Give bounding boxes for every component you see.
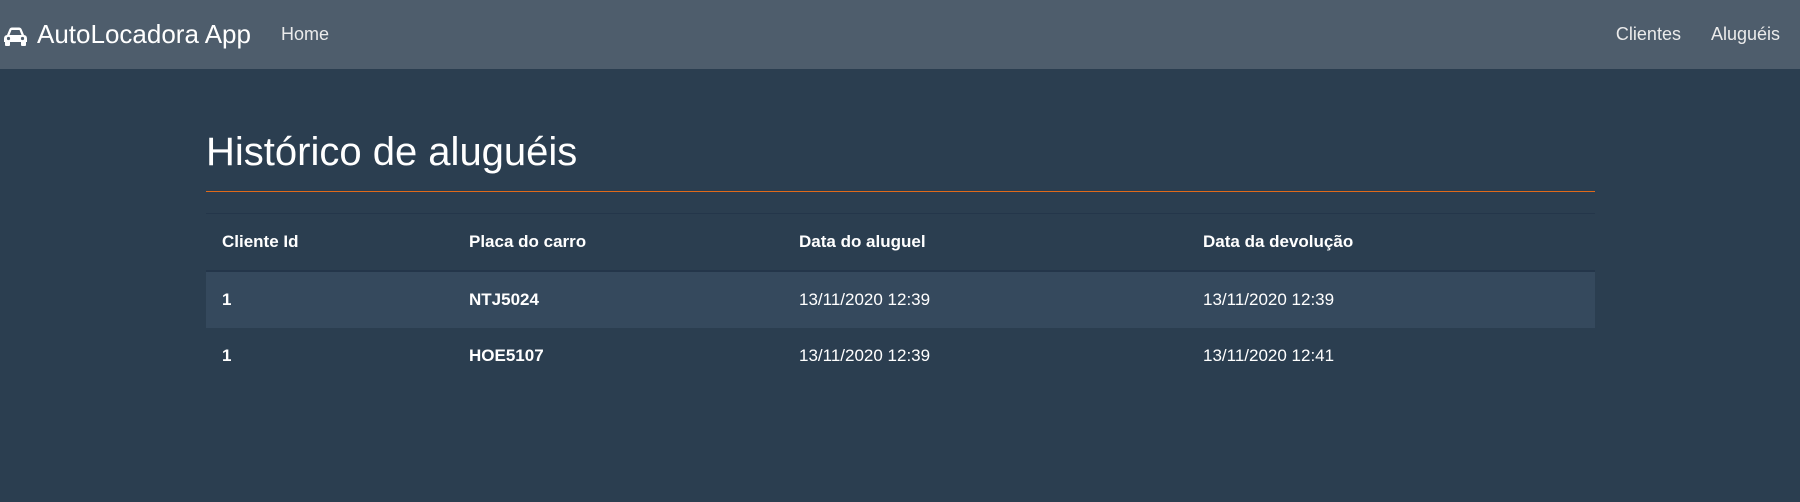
header-cliente-id: Cliente Id bbox=[206, 213, 453, 272]
nav-right: Clientes Aluguéis bbox=[1616, 24, 1800, 45]
cell-cliente-id: 1 bbox=[222, 289, 232, 309]
cell-data-aluguel: 13/11/2020 12:39 bbox=[799, 289, 931, 309]
table-row: 1 NTJ5024 13/11/2020 12:39 13/11/2020 12… bbox=[206, 270, 1595, 328]
brand-label: AutoLocadora App bbox=[37, 19, 251, 49]
main-content: Histórico de aluguéis Cliente Id Placa d… bbox=[206, 69, 1595, 385]
nav-home-link[interactable]: Home bbox=[281, 24, 329, 45]
car-icon bbox=[2, 24, 29, 46]
cell-data-devolucao: 13/11/2020 12:41 bbox=[1203, 346, 1335, 365]
cell-placa: NTJ5024 bbox=[469, 289, 539, 309]
table-row: 1 HOE5107 13/11/2020 12:39 13/11/2020 12… bbox=[206, 328, 1595, 385]
header-data-devolucao: Data da devolução bbox=[1187, 213, 1595, 272]
table-header-row: Cliente Id Placa do carro Data do alugue… bbox=[206, 213, 1595, 272]
cell-data-aluguel: 13/11/2020 12:39 bbox=[799, 346, 931, 365]
header-placa: Placa do carro bbox=[453, 213, 783, 272]
nav-clientes-link[interactable]: Clientes bbox=[1616, 24, 1681, 45]
brand-link[interactable]: AutoLocadora App bbox=[2, 19, 251, 50]
cell-placa: HOE5107 bbox=[469, 346, 544, 365]
page-title: Histórico de aluguéis bbox=[206, 130, 578, 174]
cell-data-devolucao: 13/11/2020 12:39 bbox=[1203, 289, 1335, 309]
header-data-aluguel: Data do aluguel bbox=[783, 213, 1187, 272]
nav-alugueis-link[interactable]: Aluguéis bbox=[1711, 24, 1780, 45]
rentals-table: Cliente Id Placa do carro Data do alugue… bbox=[206, 213, 1595, 385]
cell-cliente-id: 1 bbox=[222, 346, 232, 365]
title-divider bbox=[206, 191, 1595, 192]
navbar: AutoLocadora App Home Clientes Aluguéis bbox=[0, 0, 1800, 69]
